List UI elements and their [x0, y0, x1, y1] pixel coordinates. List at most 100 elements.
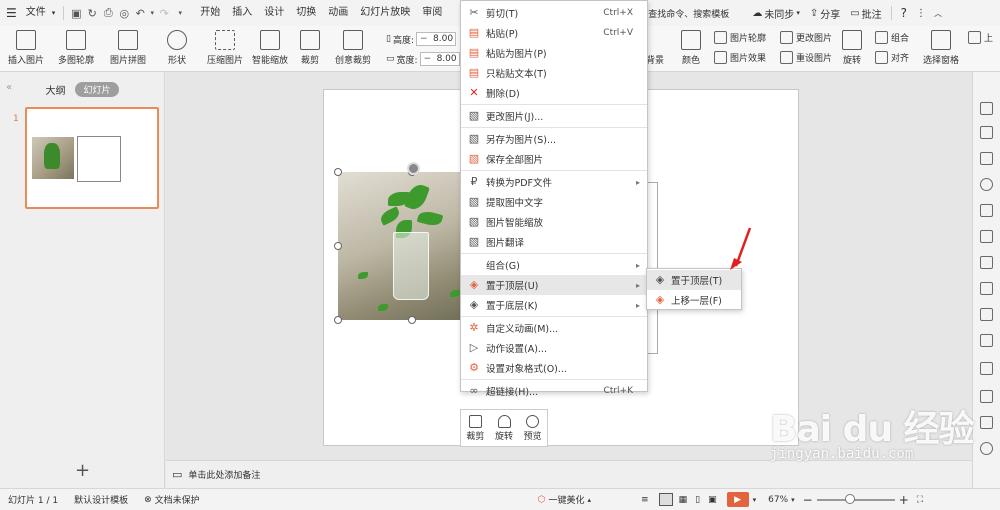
color-button[interactable]: 颜色: [681, 26, 701, 72]
reset-picture-button[interactable]: 重设图片: [780, 51, 832, 64]
tab-design[interactable]: 设计: [258, 0, 290, 26]
selection-pane-button[interactable]: 选择窗格: [923, 26, 959, 72]
notes-toggle-icon[interactable]: ≡: [633, 495, 657, 505]
change-picture-button[interactable]: 更改图片: [780, 31, 832, 44]
menu-item-save-as-picture[interactable]: ▧ 另存为图片(S)...: [461, 129, 647, 149]
float-preview-button[interactable]: 预览: [518, 410, 547, 446]
resize-handle[interactable]: [334, 242, 342, 250]
menu-item-save-all-pictures[interactable]: ▧ 保存全部图片: [461, 149, 647, 169]
submenu-item-bring-to-front[interactable]: ◈ 置于顶层(T): [647, 270, 741, 290]
play-slideshow-icon[interactable]: ▶: [726, 492, 749, 507]
help-button[interactable]: ?: [896, 6, 912, 20]
menu-item-bring-to-front[interactable]: ◈ 置于顶层(U) ▸: [461, 275, 647, 295]
menu-item-delete[interactable]: ✕ 删除(D): [461, 83, 647, 103]
sync-status[interactable]: ☁ 未同步 ▾: [747, 6, 805, 21]
protection-status[interactable]: ⊗ 文档未保护: [136, 493, 208, 507]
menu-item-group[interactable]: 组合(G) ▸: [461, 255, 647, 275]
collapse-panel-icon[interactable]: «: [6, 82, 12, 93]
save-icon[interactable]: ▣: [68, 0, 84, 26]
hamburger-icon[interactable]: ☰: [6, 6, 17, 20]
tab-insert[interactable]: 插入: [226, 0, 258, 26]
dropdown-icon[interactable]: ▾: [52, 9, 56, 17]
menu-item-paste-text-only[interactable]: ▤ 只粘贴文本(T): [461, 63, 647, 83]
menu-item-convert-pdf[interactable]: ₽ 转换为PDF文件 ▸: [461, 172, 647, 192]
bring-up-button[interactable]: 上: [968, 31, 993, 44]
creative-crop-button[interactable]: 创意裁剪: [335, 26, 371, 72]
print-preview-icon[interactable]: ◎: [116, 0, 132, 26]
print-icon[interactable]: ⎙: [100, 0, 116, 26]
cloud-sync-icon[interactable]: ↻: [84, 0, 100, 26]
play-dropdown-icon[interactable]: ▾: [749, 496, 761, 504]
menu-item-extract-text[interactable]: ▧ 提取图中文字: [461, 192, 647, 212]
zoom-slider[interactable]: [816, 493, 895, 504]
undo-dropdown-icon[interactable]: ▾: [148, 0, 156, 26]
menu-item-smart-zoom[interactable]: ▧ 图片智能缩放: [461, 212, 647, 232]
tab-outline[interactable]: 大纲: [45, 82, 65, 97]
height-input[interactable]: 8.00: [416, 32, 456, 46]
zoom-slider-knob[interactable]: [844, 493, 855, 504]
rotate-handle[interactable]: [407, 162, 420, 175]
slide-thumbnail[interactable]: [25, 107, 159, 209]
width-input[interactable]: 8.00: [419, 52, 460, 66]
reading-view-icon[interactable]: ▯: [691, 495, 704, 505]
zoom-level[interactable]: 67% ▾: [760, 495, 803, 505]
archive-icon[interactable]: [980, 362, 993, 375]
redo-icon[interactable]: ↷: [156, 0, 172, 26]
menu-item-paste-as-picture[interactable]: ▤ 粘贴为图片(P): [461, 43, 647, 63]
chart-icon[interactable]: [980, 256, 993, 269]
normal-view-icon[interactable]: [658, 493, 673, 506]
share-button[interactable]: ⇪ 分享: [805, 6, 845, 21]
shape-button[interactable]: 形状: [167, 26, 187, 72]
add-slide-button[interactable]: +: [75, 460, 90, 481]
export-icon[interactable]: [980, 282, 993, 295]
command-search[interactable]: ⌕ 查找命令、搜索模板: [634, 7, 729, 20]
collapse-ribbon-icon[interactable]: ︿: [930, 8, 946, 19]
presenter-view-icon[interactable]: ▣: [704, 495, 721, 505]
tab-home[interactable]: 开始: [194, 0, 226, 26]
shape-icon[interactable]: [980, 152, 993, 165]
resize-handle[interactable]: [334, 168, 342, 176]
comment-button[interactable]: ▭ 批注: [845, 6, 886, 21]
menu-item-translate[interactable]: ▧ 图片翻译: [461, 232, 647, 252]
submenu-item-bring-forward[interactable]: ◈ 上移一层(F): [647, 290, 741, 310]
tab-slides[interactable]: 幻灯片: [75, 81, 119, 97]
tab-review[interactable]: 审阅: [416, 0, 448, 26]
float-rotate-button[interactable]: 旋转: [490, 410, 519, 446]
document-icon[interactable]: [980, 334, 993, 347]
location-icon[interactable]: [980, 178, 993, 191]
crop-button[interactable]: 裁剪: [300, 26, 320, 72]
more-icon[interactable]: ⋮: [912, 8, 930, 19]
file-menu[interactable]: 文件: [20, 0, 52, 26]
grid-icon[interactable]: [980, 230, 993, 243]
copy-icon[interactable]: [980, 126, 993, 139]
brush-icon[interactable]: [980, 204, 993, 217]
list-icon[interactable]: [980, 308, 993, 321]
fit-window-icon[interactable]: ⛶: [909, 495, 931, 505]
slide-sorter-icon[interactable]: ▦: [675, 495, 692, 505]
width-field[interactable]: ▭宽度:8.00: [386, 52, 460, 66]
resize-handle[interactable]: [408, 316, 416, 324]
picture-effect-button[interactable]: 图片效果: [714, 51, 766, 64]
menu-item-format-object[interactable]: ⚙ 设置对象格式(O)...: [461, 358, 647, 378]
template-name[interactable]: 默认设计模板: [66, 493, 136, 506]
menu-item-custom-animation[interactable]: ✲ 自定义动画(M)...: [461, 318, 647, 338]
tab-transition[interactable]: 切换: [290, 0, 322, 26]
height-field[interactable]: ▯高度:8.00: [386, 32, 456, 46]
float-crop-button[interactable]: 裁剪: [461, 410, 490, 446]
menu-item-paste[interactable]: ▤ 粘贴(P) Ctrl+V: [461, 23, 647, 43]
align-button[interactable]: 对齐: [875, 51, 909, 64]
background-button[interactable]: 背景: [645, 26, 665, 72]
resize-handle[interactable]: [334, 316, 342, 324]
rotate-button[interactable]: 旋转: [842, 26, 862, 72]
menu-item-cut[interactable]: ✂ 剪切(T) Ctrl+X: [461, 3, 647, 23]
zoom-in-button[interactable]: +: [899, 493, 909, 507]
insert-picture-button[interactable]: 插入图片: [8, 26, 44, 72]
zoom-out-button[interactable]: −: [803, 493, 813, 507]
menu-item-send-to-back[interactable]: ◈ 置于底层(K) ▸: [461, 295, 647, 315]
compress-picture-button[interactable]: 压缩图片: [207, 26, 243, 72]
picture-collage-button[interactable]: 图片拼图: [110, 26, 146, 72]
tab-animation[interactable]: 动画: [322, 0, 354, 26]
customize-icon[interactable]: ▾: [172, 0, 188, 26]
group-button[interactable]: 组合: [875, 31, 909, 44]
undo-icon[interactable]: ↶: [132, 0, 148, 26]
